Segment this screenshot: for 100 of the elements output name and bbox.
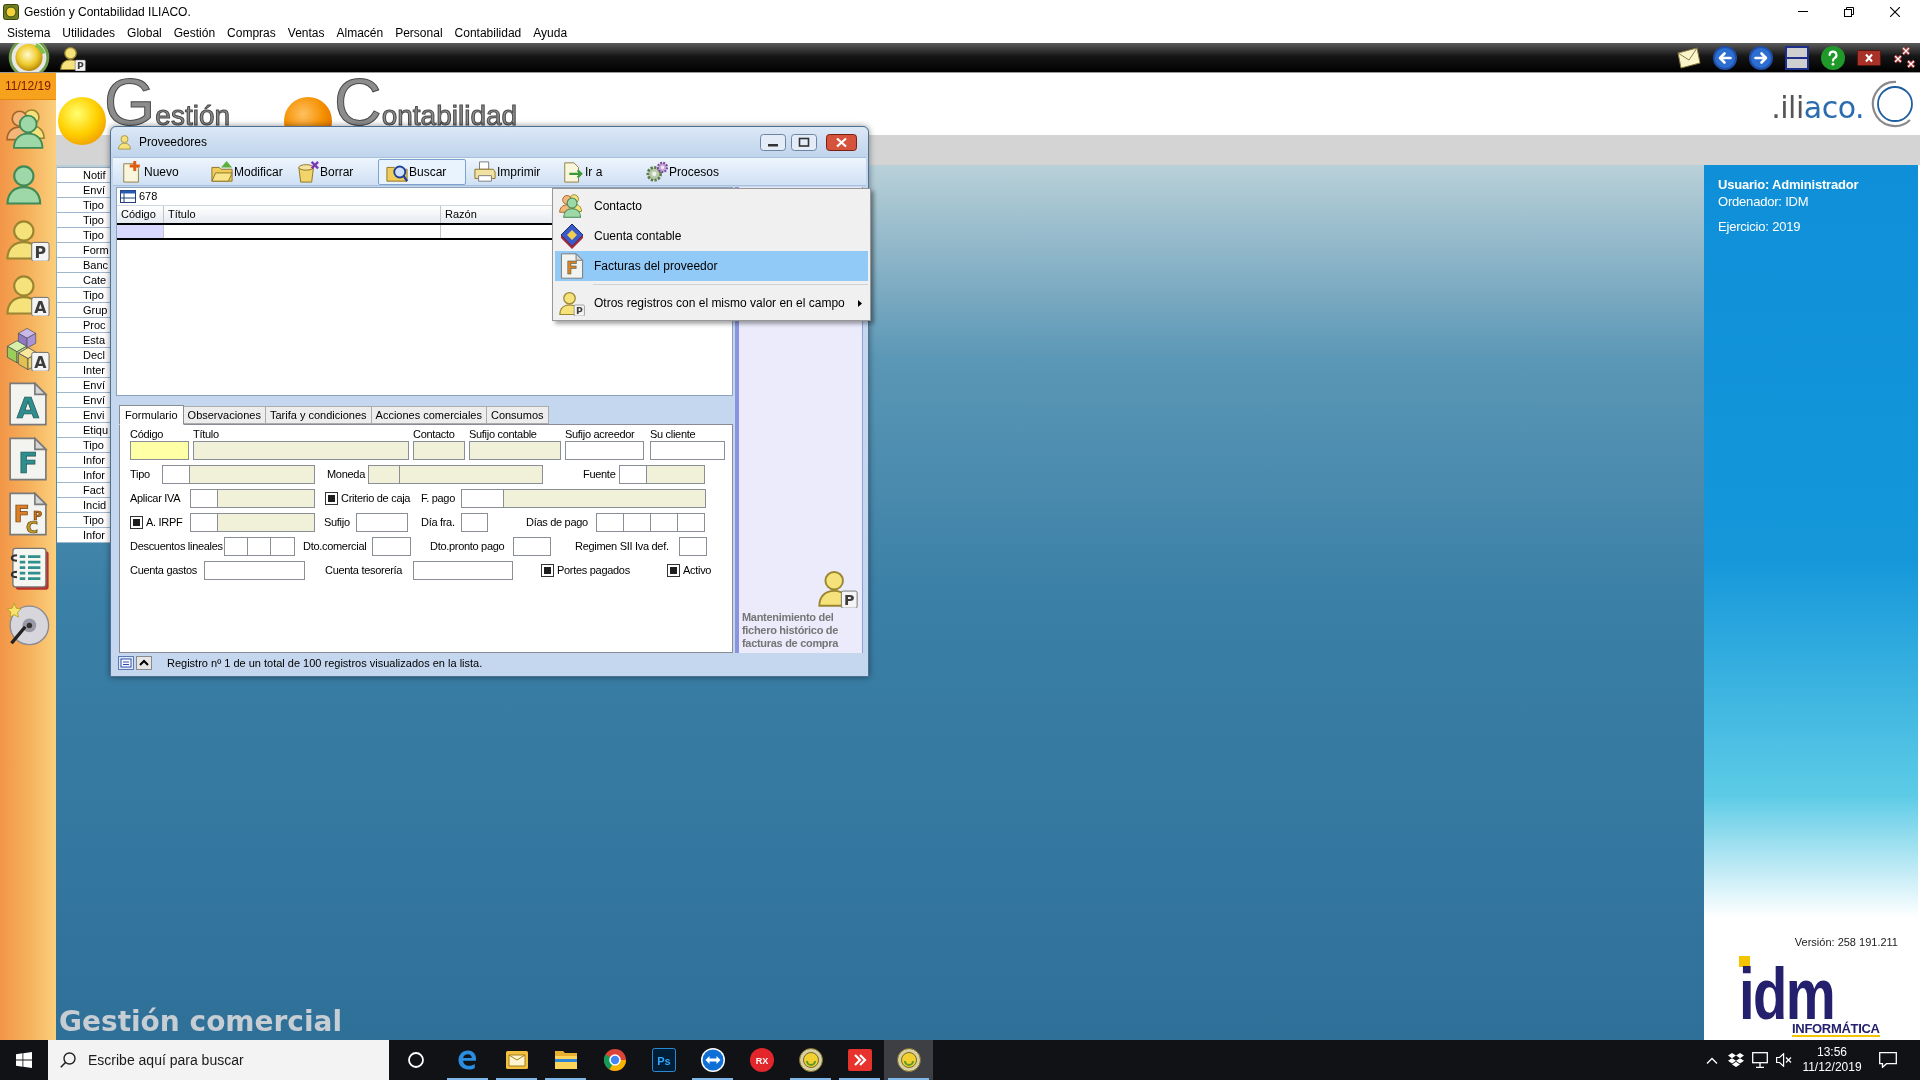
toolbar-button[interactable]: Modificar — [203, 158, 289, 185]
toolbar-button[interactable]: Borrar — [289, 158, 378, 185]
input-field[interactable] — [596, 513, 624, 532]
back-icon[interactable] — [1713, 45, 1737, 70]
input-field[interactable] — [204, 561, 305, 580]
close-icon[interactable] — [1857, 49, 1881, 66]
document-icon[interactable]: A — [6, 382, 50, 426]
input-field[interactable] — [619, 465, 647, 484]
list-item[interactable]: Infor — [83, 529, 105, 541]
tab[interactable]: Acciones comerciales — [370, 406, 487, 424]
list-item[interactable]: Enví — [83, 394, 105, 406]
input-field[interactable] — [679, 537, 707, 556]
menu-item[interactable]: Ventas — [281, 27, 331, 39]
close-all-icon[interactable] — [1893, 45, 1917, 70]
list-item[interactable]: Tipo — [83, 229, 104, 241]
input-field[interactable] — [469, 441, 561, 460]
list-item[interactable]: Banc — [83, 259, 109, 271]
four-panes-icon[interactable] — [16, 1052, 32, 1068]
help-icon[interactable] — [1821, 45, 1845, 70]
input-field[interactable] — [190, 489, 218, 508]
input-field[interactable] — [190, 513, 218, 532]
tab[interactable]: Tarifa y condiciones — [264, 406, 372, 424]
menu-item[interactable]: Sistema — [1, 27, 57, 39]
document-icon[interactable]: F — [6, 437, 50, 481]
input-field[interactable] — [247, 537, 271, 556]
list-item[interactable]: Tipo — [83, 214, 104, 226]
selected-cell[interactable] — [117, 225, 164, 238]
input-field[interactable] — [217, 513, 315, 532]
box-icon[interactable] — [1728, 1052, 1744, 1068]
list-item[interactable]: Grup — [83, 304, 108, 316]
input-field[interactable] — [368, 465, 400, 484]
menu-item[interactable]: Gestión — [167, 27, 222, 39]
list-item[interactable]: Fact — [83, 484, 105, 496]
list-item[interactable]: Enví — [83, 184, 105, 196]
list-item[interactable]: Tipo — [83, 439, 104, 451]
list-item[interactable]: Etiqu — [83, 424, 109, 436]
clock-time[interactable]: 13:56 — [1817, 1045, 1847, 1060]
list-item[interactable]: Infor — [83, 469, 105, 481]
input-field[interactable] — [646, 465, 705, 484]
clock-date[interactable]: 11/12/2019 — [1802, 1060, 1862, 1075]
ring-icon[interactable] — [408, 1052, 424, 1068]
input-field[interactable] — [677, 513, 705, 532]
taskbar-app-button[interactable]: RX — [737, 1040, 786, 1080]
close-icon[interactable] — [826, 133, 857, 151]
input-field[interactable] — [399, 465, 543, 484]
list-item[interactable]: Decl — [83, 349, 105, 361]
list-item[interactable]: Envi — [83, 409, 105, 421]
input-field[interactable] — [503, 489, 706, 508]
taskbar-app-button[interactable] — [884, 1040, 933, 1080]
input-field[interactable] — [356, 513, 408, 532]
search-field[interactable]: Escribe aquí para buscar — [48, 1040, 389, 1080]
menu-item[interactable]: Global — [121, 27, 168, 39]
disc-wand-icon[interactable] — [6, 602, 50, 646]
tab[interactable]: Observaciones — [182, 406, 266, 424]
toolbar-button[interactable]: Procesos — [638, 158, 724, 185]
checkbox[interactable] — [541, 564, 554, 577]
list-item[interactable]: Tipo — [83, 289, 104, 301]
list-item[interactable]: Notif — [83, 169, 106, 181]
toolbar-button[interactable]: Imprimir — [466, 158, 554, 185]
list-item[interactable]: Cate — [83, 274, 107, 286]
speech-bubble-icon[interactable] — [1879, 1052, 1897, 1068]
restore-icon[interactable] — [1844, 6, 1854, 17]
checkbox[interactable] — [325, 492, 338, 505]
monitor-icon[interactable] — [1752, 1052, 1768, 1068]
maximize-icon[interactable] — [791, 133, 817, 151]
column-header[interactable]: Título — [164, 206, 441, 223]
minimize-icon[interactable] — [760, 133, 786, 151]
input-field[interactable] — [461, 489, 504, 508]
input-field[interactable] — [461, 513, 488, 532]
list-item[interactable]: Tipo — [83, 199, 104, 211]
caret-up-icon[interactable] — [136, 656, 152, 670]
checkbox[interactable] — [130, 516, 143, 529]
list-item[interactable]: Tipo — [83, 514, 104, 526]
split-window-icon[interactable] — [1785, 45, 1809, 70]
window-list-icon[interactable] — [118, 656, 134, 670]
toolbar-button[interactable]: Ir a — [554, 158, 638, 185]
menu-item[interactable]: Ayuda — [527, 27, 574, 39]
taskbar-app-button[interactable]: Ps — [639, 1040, 688, 1080]
forward-icon[interactable] — [1749, 45, 1773, 70]
menu-item[interactable]: Personal — [389, 27, 449, 39]
toolbar-button[interactable]: Buscar — [378, 158, 466, 185]
menu-item[interactable]: P Otros registros con el mismo valor en el campo — [555, 288, 868, 318]
input-field[interactable] — [189, 465, 315, 484]
menu-item[interactable]: Utilidades — [56, 27, 122, 39]
menu-item[interactable]: Almacén — [330, 27, 390, 39]
list-item[interactable]: Form — [83, 244, 109, 256]
menu-item[interactable]: Cuenta contable — [555, 221, 868, 251]
tab[interactable]: Consumos — [485, 406, 549, 424]
input-field[interactable] — [650, 513, 678, 532]
menu-item[interactable]: F Facturas del proveedor — [555, 251, 868, 281]
input-field[interactable] — [270, 537, 295, 556]
list-item[interactable]: Enví — [83, 379, 105, 391]
list-item[interactable]: Esta — [83, 334, 105, 346]
list-item[interactable]: Incid — [83, 499, 107, 511]
speaker-muted-icon[interactable] — [1776, 1053, 1792, 1067]
input-field[interactable] — [513, 537, 551, 556]
input-field[interactable] — [224, 537, 248, 556]
input-field[interactable] — [193, 441, 409, 460]
input-field[interactable] — [413, 441, 465, 460]
menu-item[interactable]: Contabilidad — [448, 27, 528, 39]
